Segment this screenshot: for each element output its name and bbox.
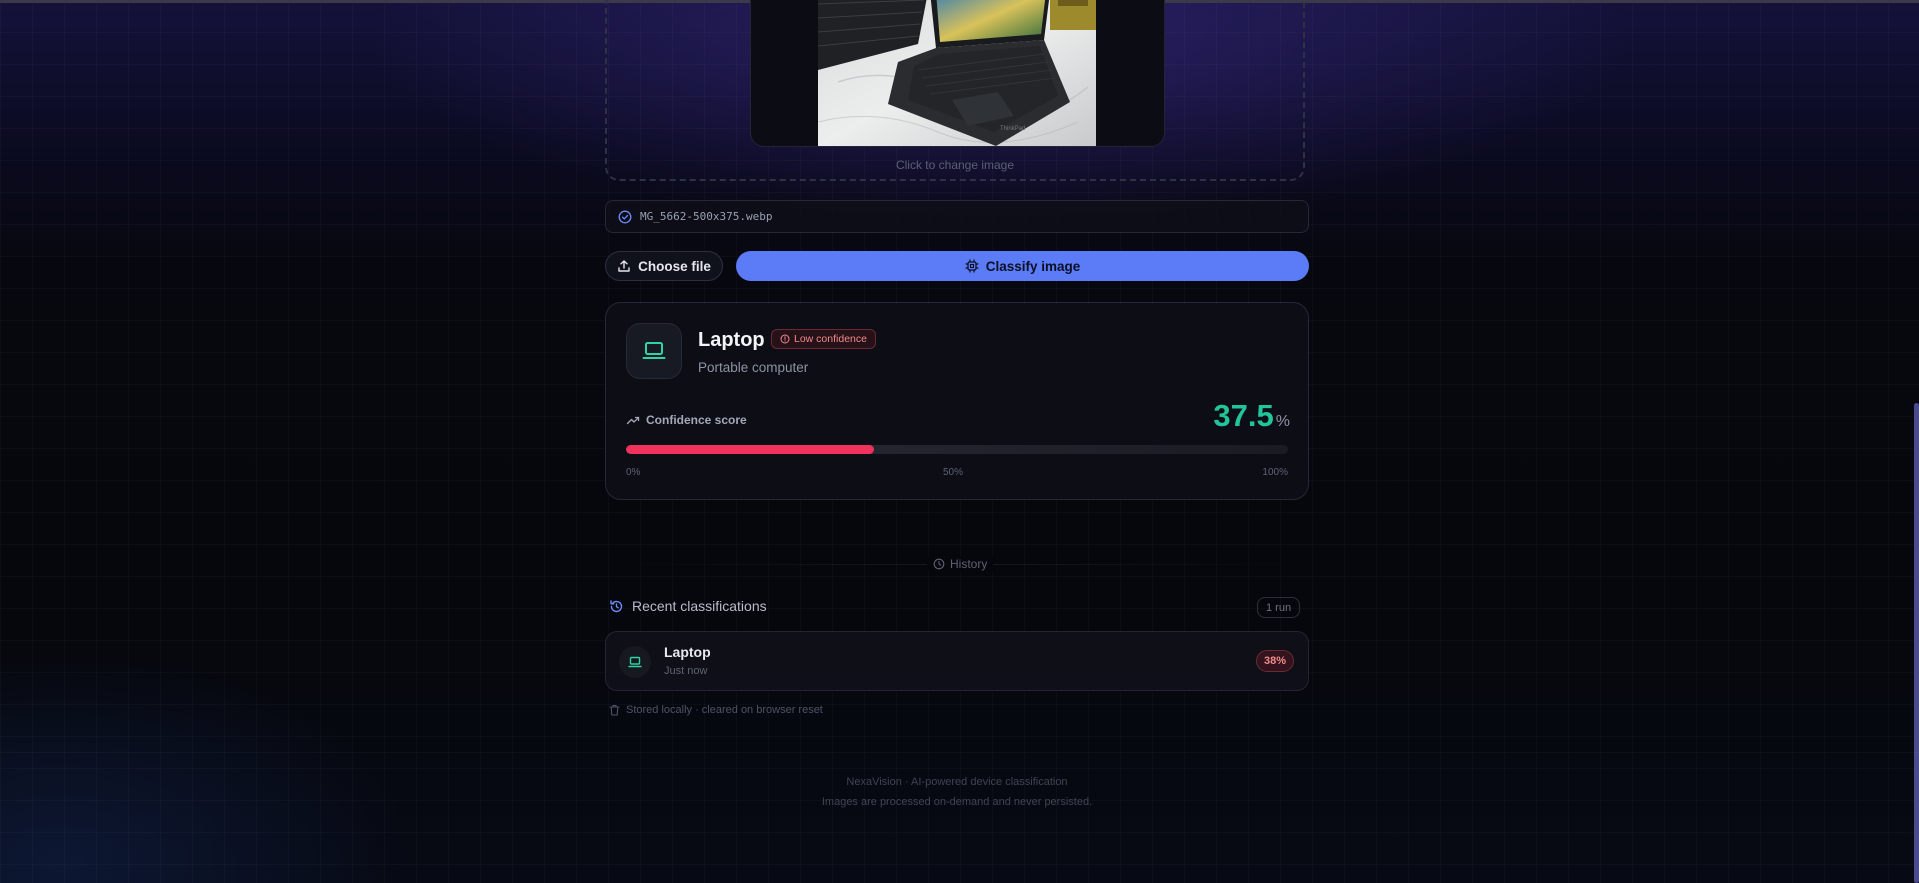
classification-result-card: Laptop Low confidence Portable computer …: [605, 302, 1309, 500]
file-name: MG_5662-500x375.webp: [640, 210, 773, 223]
trending-up-icon: [626, 413, 640, 427]
image-preview-frame[interactable]: ThinkPad: [750, 0, 1165, 147]
upload-icon: [617, 259, 631, 273]
recent-classifications-header: Recent classifications: [609, 598, 767, 614]
storage-note-text: Stored locally · cleared on browser rese…: [626, 704, 823, 716]
result-subtitle: Portable computer: [698, 360, 809, 375]
history-item[interactable]: Laptop Just now 38%: [605, 631, 1309, 691]
laptop-icon: [626, 323, 682, 379]
runs-count-badge: 1 run: [1257, 597, 1301, 618]
low-confidence-text: Low confidence: [794, 333, 867, 345]
confidence-bar-track: [626, 445, 1288, 454]
confidence-label-text: Confidence score: [646, 413, 747, 427]
clock-icon: [933, 558, 945, 570]
footer-privacy-line: Images are processed on-demand and never…: [821, 796, 1093, 808]
alert-circle-icon: [780, 334, 790, 344]
result-label: Laptop: [698, 329, 765, 351]
history-item-time: Just now: [664, 665, 708, 677]
classify-image-label: Classify image: [985, 258, 1081, 274]
laptop-icon: [619, 646, 651, 678]
confidence-unit: %: [1275, 413, 1290, 430]
classify-image-button[interactable]: Classify image: [736, 251, 1309, 281]
dropzone-hint: Click to change image: [895, 158, 1015, 172]
history-item-confidence-badge: 38%: [1255, 650, 1294, 672]
page-scrollbar-thumb[interactable]: [1914, 403, 1919, 883]
footer-brand-line: NexaVision · AI-powered device classific…: [846, 776, 1068, 788]
cpu-icon: [965, 259, 979, 273]
image-dropzone[interactable]: ThinkPad Click to change image: [605, 0, 1305, 181]
choose-file-button[interactable]: Choose file: [605, 251, 723, 281]
recent-classifications-title: Recent classifications: [632, 598, 767, 614]
scale-min-label: 0%: [626, 467, 641, 478]
scale-max-label: 100%: [1262, 467, 1288, 478]
scale-mid-label: 50%: [943, 467, 964, 478]
selected-file-chip: MG_5662-500x375.webp: [605, 200, 1309, 233]
footer-separator: [0, 752, 1919, 753]
history-label-text: History: [950, 557, 988, 571]
history-item-label: Laptop: [664, 644, 711, 660]
storage-note: Stored locally · cleared on browser rese…: [609, 704, 823, 716]
confidence-bar-fill: [626, 445, 875, 454]
choose-file-label: Choose file: [638, 258, 711, 274]
history-section-label: History: [927, 557, 994, 571]
uploaded-image-preview: ThinkPad: [818, 0, 1096, 146]
low-confidence-badge: Low confidence: [771, 329, 876, 349]
confidence-value: 37.5 %: [1213, 398, 1290, 434]
history-icon: [609, 599, 624, 614]
check-circle-icon: [618, 210, 632, 224]
confidence-number: 37.5: [1213, 398, 1274, 433]
confidence-label: Confidence score: [626, 413, 747, 427]
svg-text:ThinkPad: ThinkPad: [1000, 126, 1025, 132]
trash-icon: [609, 704, 620, 716]
